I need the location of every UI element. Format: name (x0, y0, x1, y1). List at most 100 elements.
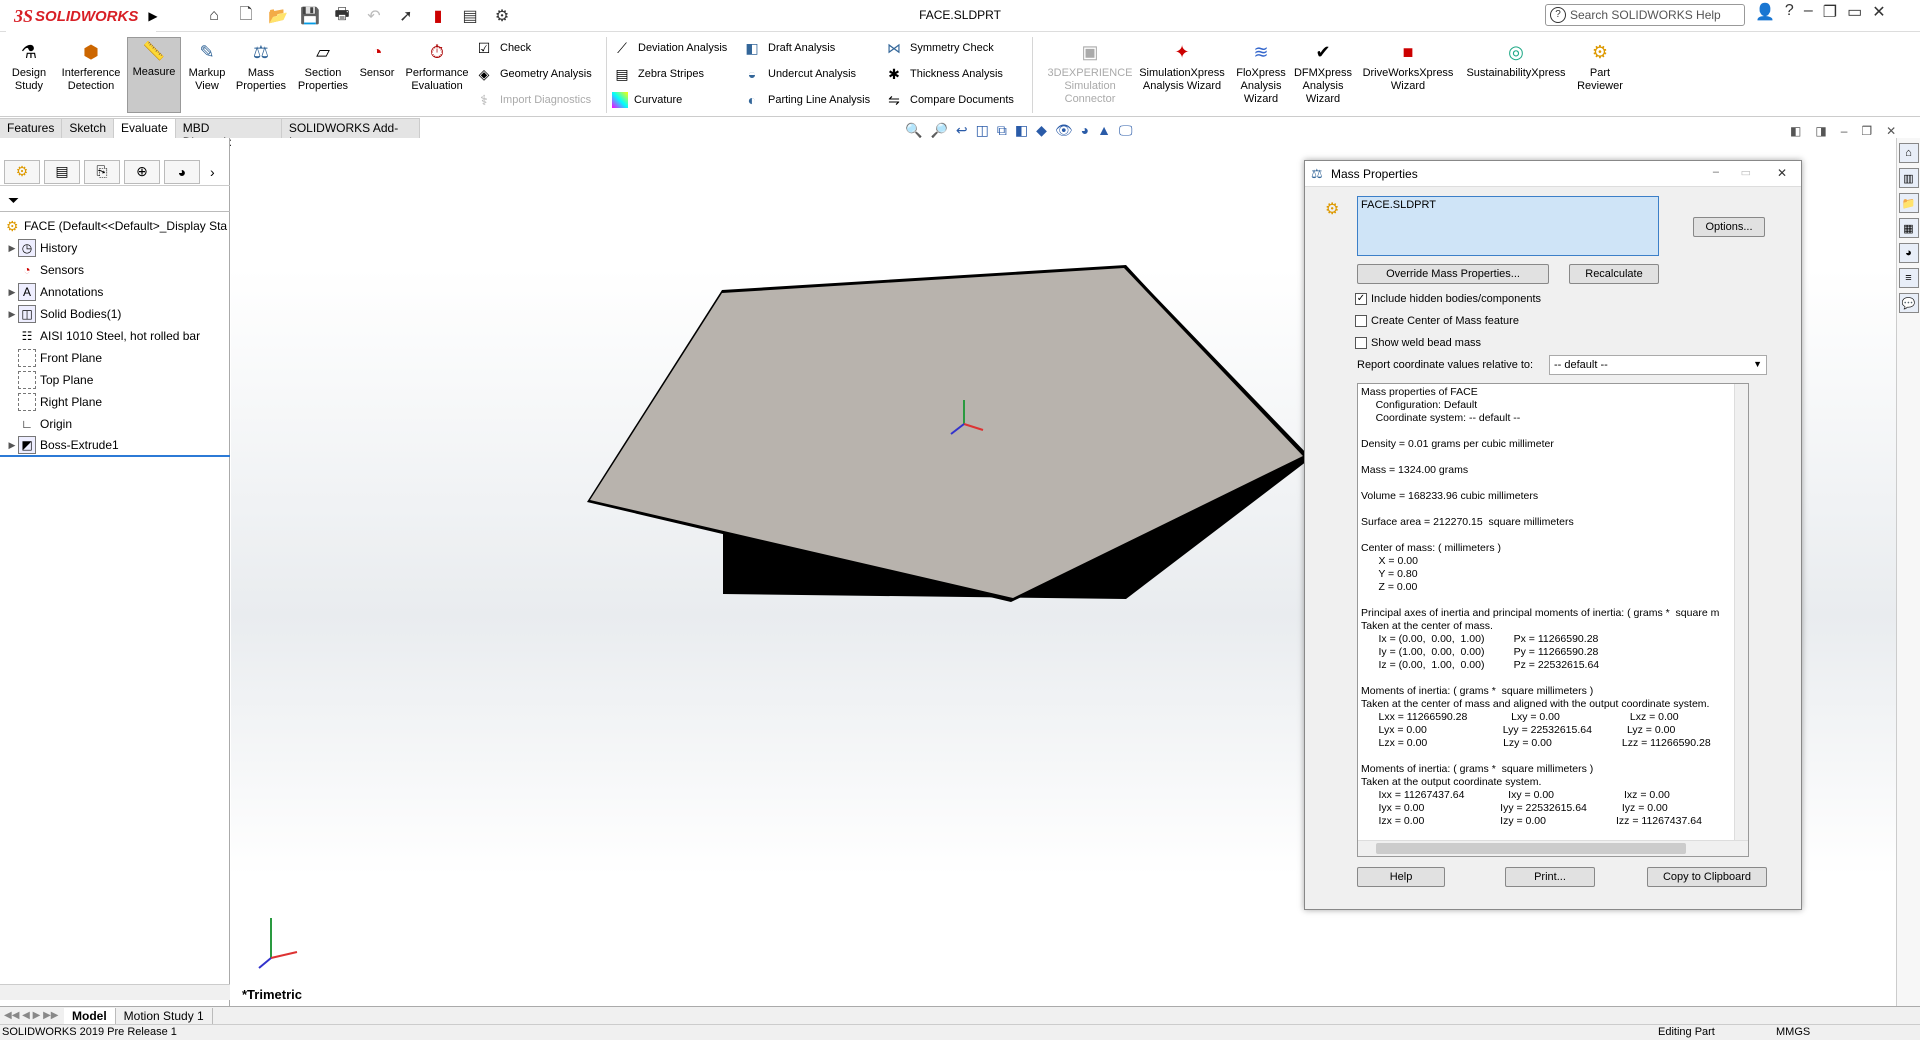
dimxpert-tab-icon[interactable]: ⊕ (124, 159, 160, 184)
zoom-to-fit-icon[interactable]: 🔍 (905, 122, 922, 139)
include-hidden-bodies-checkbox[interactable]: ✓ Include hidden bodies/components (1355, 293, 1541, 305)
dialog-maximize-icon[interactable]: ▭ (1741, 166, 1751, 179)
markup-view-button[interactable]: ✎ Markup View (184, 39, 230, 111)
expand-icon[interactable]: ▶ (6, 243, 18, 254)
tree-filter[interactable]: ⏷ (0, 190, 230, 212)
tab-solidworks-add-ins[interactable]: SOLIDWORKS Add-Ins (281, 118, 420, 149)
viewport-close-icon[interactable]: ✕ (1886, 124, 1896, 138)
sustainabilityxpress-button[interactable]: ◎ SustainabilityXpress (1462, 39, 1570, 111)
restore-icon[interactable]: ❐ (1823, 2, 1837, 22)
tree-item-annotations[interactable]: ▶ A Annotations (0, 281, 230, 303)
appearances-icon[interactable]: ◕ (1898, 243, 1919, 263)
help-button[interactable]: Help (1357, 867, 1445, 887)
print-button[interactable]: Print... (1505, 867, 1595, 887)
sensor-button[interactable]: ◔ Sensor (356, 39, 398, 111)
part-reviewer-button[interactable]: ⚙ Part Reviewer (1572, 39, 1628, 111)
help-icon[interactable]: ? (1785, 2, 1794, 22)
custom-properties-icon[interactable]: ≡ (1898, 268, 1919, 288)
results-horizontal-scrollbar[interactable] (1358, 840, 1748, 856)
measure-button[interactable]: 📏 Measure (127, 37, 181, 113)
tree-horizontal-scrollbar[interactable] (0, 984, 230, 1000)
simulation-connector-button[interactable]: ▣ 3DEXPERIENCE Simulation Connector (1048, 39, 1133, 111)
feature-tree-tab-icon[interactable]: ⚙ (4, 159, 40, 184)
interference-detection-button[interactable]: ⬢ Interference Detection (58, 39, 124, 111)
hide-show-items-icon[interactable]: 👁 (1055, 122, 1073, 139)
restore-down-icon[interactable]: ▭ (1847, 2, 1862, 22)
dynamic-annotation-icon[interactable]: ⧉ (997, 122, 1007, 139)
expand-icon[interactable]: ▶ (6, 440, 18, 451)
tab-features[interactable]: Features (0, 118, 63, 138)
tree-item-boss-extrude1[interactable]: ▶ ◩ Boss-Extrude1 (0, 435, 230, 457)
performance-evaluation-button[interactable]: ⏱ Performance Evaluation (400, 39, 474, 111)
section-view-icon[interactable]: ◫ (976, 122, 989, 139)
viewport-restore-icon[interactable]: ❐ (1861, 124, 1872, 138)
view-settings-icon[interactable]: 🖵 (1119, 122, 1133, 139)
dialog-title-bar[interactable]: ⚖ Mass Properties – ▭ ✕ (1305, 161, 1801, 187)
create-center-of-mass-checkbox[interactable]: Create Center of Mass feature (1355, 315, 1519, 327)
coordinate-system-select[interactable]: -- default -- ▼ (1549, 355, 1767, 375)
help-search-input[interactable]: Search SOLIDWORKS Help (1545, 4, 1745, 26)
tab-navigation-arrows[interactable]: ◀◀ ◀ ▶ ▶▶ (0, 1010, 64, 1021)
override-mass-properties-button[interactable]: Override Mass Properties... (1357, 264, 1549, 284)
tree-item-sensors[interactable]: ◔ Sensors (0, 259, 230, 281)
display-style-icon[interactable]: ◆ (1036, 122, 1047, 139)
close-icon[interactable]: ✕ (1872, 2, 1885, 22)
collapse-left-icon[interactable]: ◧ (1790, 124, 1801, 138)
collapse-right-icon[interactable]: ◨ (1815, 124, 1826, 138)
mass-properties-button[interactable]: ⚖ Mass Properties (233, 39, 289, 111)
dialog-minimize-icon[interactable]: – (1713, 166, 1719, 178)
tabs-expand-icon[interactable]: › (210, 164, 215, 180)
section-properties-button[interactable]: ▱ Section Properties (292, 39, 354, 111)
file-explorer-icon[interactable]: 📁 (1898, 193, 1919, 213)
deviation-analysis-button[interactable]: ⟋ Deviation Analysis (612, 37, 727, 59)
mass-properties-results[interactable]: Mass properties of FACE Configuration: D… (1357, 383, 1749, 857)
curvature-button[interactable]: Curvature (612, 89, 682, 111)
property-manager-tab-icon[interactable]: ▤ (44, 159, 80, 184)
compare-documents-button[interactable]: ⇋ Compare Documents (884, 89, 1014, 111)
display-manager-tab-icon[interactable]: ◕ (164, 159, 200, 184)
expand-icon[interactable]: ▶ (6, 309, 18, 320)
previous-view-icon[interactable]: ↩ (956, 122, 968, 139)
tree-item-solid-bodies[interactable]: ▶ ◫ Solid Bodies(1) (0, 303, 230, 325)
apply-scene-icon[interactable]: ▲ (1097, 122, 1111, 139)
tree-item-history[interactable]: ▶ ◷ History (0, 237, 230, 259)
viewport-minimize-icon[interactable]: – (1841, 124, 1848, 138)
expand-icon[interactable]: ▶ (6, 287, 18, 298)
check-button[interactable]: ☑ Check (474, 37, 531, 59)
tab-evaluate[interactable]: Evaluate (114, 118, 176, 138)
options-button[interactable]: Options... (1693, 217, 1765, 237)
forum-icon[interactable]: 💬 (1898, 293, 1919, 313)
thickness-analysis-button[interactable]: ✱ Thickness Analysis (884, 63, 1003, 85)
dialog-close-icon[interactable]: ✕ (1777, 166, 1787, 180)
tree-root-part[interactable]: ⚙ FACE (Default<<Default>_Display Sta (0, 215, 230, 237)
tree-item-right-plane[interactable]: Right Plane (0, 391, 230, 413)
filter-icon[interactable]: ⏷ (8, 192, 19, 209)
tab-mbd-dimensions[interactable]: MBD Dimensions (175, 118, 282, 149)
tab-motion-study-1[interactable]: Motion Study 1 (116, 1007, 213, 1024)
design-study-button[interactable]: ⚗ Design Study (4, 39, 54, 111)
tree-item-front-plane[interactable]: Front Plane (0, 347, 230, 369)
edit-appearance-icon[interactable]: ◕ (1081, 122, 1089, 139)
unit-system-selector[interactable]: MMGS (1776, 1026, 1810, 1038)
undercut-analysis-button[interactable]: ◒ Undercut Analysis (742, 63, 856, 85)
tab-sketch[interactable]: Sketch (62, 118, 115, 138)
show-weld-bead-mass-checkbox[interactable]: Show weld bead mass (1355, 337, 1481, 349)
design-library-icon[interactable]: ▥ (1898, 168, 1919, 188)
import-diagnostics-button[interactable]: ⚕ Import Diagnostics (474, 89, 591, 111)
zoom-to-area-icon[interactable]: 🔎 (930, 122, 947, 139)
recalculate-button[interactable]: Recalculate (1569, 264, 1659, 284)
minimize-icon[interactable]: – (1804, 2, 1813, 22)
configuration-manager-tab-icon[interactable]: ⎘ (84, 159, 120, 184)
parting-line-analysis-button[interactable]: ◐ Parting Line Analysis (742, 89, 870, 111)
user-icon[interactable]: 👤 (1755, 2, 1775, 22)
solidworks-resources-icon[interactable]: ⌂ (1898, 143, 1919, 163)
copy-to-clipboard-button[interactable]: Copy to Clipboard (1647, 867, 1767, 887)
selected-items-list[interactable]: FACE.SLDPRT (1357, 196, 1659, 256)
tree-item-material[interactable]: ☷ AISI 1010 Steel, hot rolled bar (0, 325, 230, 347)
view-orientation-icon[interactable]: ◧ (1015, 122, 1028, 139)
scrollbar-thumb[interactable] (1376, 843, 1686, 854)
tree-item-top-plane[interactable]: Top Plane (0, 369, 230, 391)
draft-analysis-button[interactable]: ◧ Draft Analysis (742, 37, 835, 59)
tree-item-origin[interactable]: ∟ Origin (0, 413, 230, 435)
geometry-analysis-button[interactable]: ◈ Geometry Analysis (474, 63, 592, 85)
